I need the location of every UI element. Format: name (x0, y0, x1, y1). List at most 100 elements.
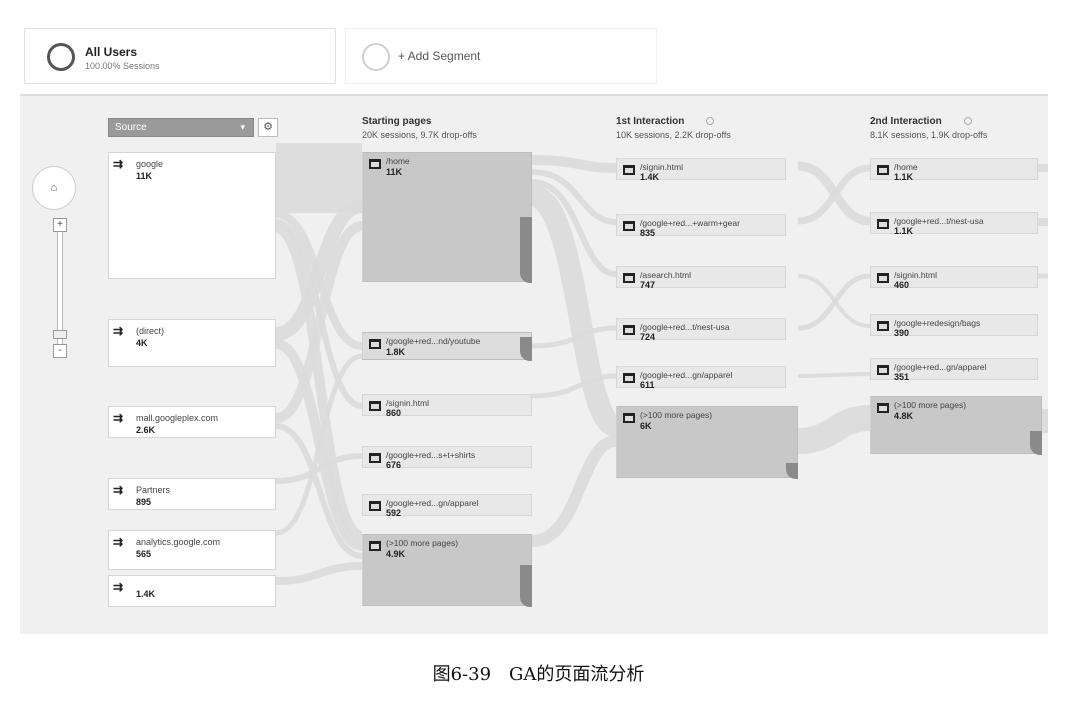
page-icon (877, 365, 889, 375)
source-label: (direct) (136, 326, 165, 336)
column-header-starting-pages: Starting pages 20K sessions, 9.7K drop-o… (362, 116, 477, 140)
page-label: (>100 more pages) (894, 400, 967, 410)
page-value: 351 (894, 372, 910, 382)
page-label: (>100 more pages) (640, 410, 713, 420)
page-node[interactable]: /google+red...gn/apparel 351 (870, 358, 1038, 382)
source-node[interactable]: ⇉ Partners 895 (108, 478, 276, 510)
flow-link (529, 185, 620, 437)
source-label: Partners (136, 485, 171, 495)
flow-arrows-icon: ⇉ (113, 483, 124, 497)
flow-link (531, 435, 618, 547)
page-icon (877, 321, 889, 331)
drop-off-bar[interactable] (786, 463, 798, 479)
page-icon (623, 413, 635, 423)
zoom-out-button[interactable]: - (53, 344, 67, 358)
page-icon (623, 373, 635, 383)
page-node[interactable]: (>100 more pages) 4.8K (870, 396, 1042, 455)
source-label: google (136, 159, 164, 169)
flow-link (797, 372, 871, 378)
page-node[interactable]: /home 11K (362, 152, 532, 283)
page-node[interactable]: /asearch.html 747 (616, 266, 786, 290)
flow-link (275, 562, 363, 585)
page-icon (369, 401, 381, 411)
flow-link (797, 405, 871, 454)
flow-arrows-icon: ⇉ (113, 411, 124, 425)
zoom-slider-handle[interactable] (53, 330, 67, 339)
page-icon (623, 273, 635, 283)
add-segment-button[interactable]: + Add Segment (345, 28, 657, 84)
page-node[interactable]: /google+red...s+t+shirts 676 (362, 446, 532, 470)
page-icon (623, 325, 635, 335)
page-node[interactable]: /home 1.1K (870, 158, 1038, 182)
column-title: 1st Interaction (616, 116, 685, 127)
source-node[interactable]: ⇉ 1.4K (108, 575, 276, 607)
page-value: 835 (640, 228, 656, 238)
page-label: /google+red...+warm+gear (640, 218, 740, 228)
zoom-in-button[interactable]: + (53, 218, 67, 232)
flow-arrows-icon: ⇉ (113, 324, 124, 338)
drop-off-bar[interactable] (520, 565, 532, 607)
page-label: (>100 more pages) (386, 538, 459, 548)
dimension-select[interactable]: Source ▾ (108, 118, 254, 137)
page-node[interactable]: (>100 more pages) 6K (616, 406, 798, 479)
drop-off-bar[interactable] (1030, 431, 1042, 455)
source-node[interactable]: ⇉ mall.googleplex.com 2.6K (108, 406, 276, 438)
source-value: 11K (136, 171, 153, 181)
flow-link (531, 155, 617, 173)
page-label: /asearch.html (640, 270, 692, 280)
page-node[interactable]: /google+red...t/nest-usa 1.1K (870, 212, 1038, 236)
page-value: 4.8K (894, 411, 914, 421)
page-node[interactable]: /google+red...+warm+gear 835 (616, 214, 786, 238)
page-label: /google+red...t/nest-usa (640, 322, 730, 332)
page-label: /home (894, 162, 918, 172)
page-node[interactable]: /google+red...nd/youtube 1.8K (362, 332, 532, 361)
page-value: 1.4K (640, 172, 660, 182)
chevron-down-icon: ▾ (240, 122, 245, 132)
source-node[interactable]: ⇉ (direct) 4K (108, 319, 276, 367)
flow-visualization: Source ▾ ⚙ ⌂ + - Starting pages 20K sess… (20, 94, 1048, 634)
page-icon (369, 159, 381, 169)
zoom-slider-track[interactable] (57, 220, 63, 346)
page-icon (877, 219, 889, 229)
flow-arrows-icon: ⇉ (113, 535, 124, 549)
page-label: /google+red...gn/apparel (640, 370, 733, 380)
page-node[interactable]: /signin.html 1.4K (616, 158, 786, 182)
source-label: mall.googleplex.com (136, 413, 219, 423)
page-label: /signin.html (640, 162, 683, 172)
column-header-2nd-interaction: 2nd Interaction 8.1K sessions, 1.9K drop… (870, 116, 987, 140)
page-value: 676 (386, 460, 402, 470)
page-value: 390 (894, 328, 910, 338)
source-value: 1.4K (136, 589, 156, 599)
page-label: /google+redesign/bags (894, 318, 981, 328)
page-node[interactable]: /google+red...gn/apparel 611 (616, 366, 786, 390)
info-icon[interactable] (963, 117, 972, 126)
page-value: 860 (386, 408, 402, 418)
figure-caption: 图6-39 GA的页面流分析 (432, 664, 645, 685)
gear-icon: ⚙ (263, 121, 273, 133)
page-node[interactable]: /google+redesign/bags 390 (870, 314, 1038, 338)
flow-arrows-icon: ⇉ (113, 580, 124, 594)
source-value: 895 (136, 497, 152, 507)
dimension-select-value: Source (115, 122, 147, 133)
page-node[interactable]: /google+red...gn/apparel 592 (362, 494, 532, 518)
segment-all-users[interactable]: All Users 100.00% Sessions (24, 28, 336, 84)
home-button[interactable]: ⌂ (32, 166, 76, 210)
page-value: 460 (894, 280, 910, 290)
page-node[interactable]: /google+red...t/nest-usa 724 (616, 318, 786, 342)
page-value: 6K (640, 421, 652, 431)
drop-off-bar[interactable] (520, 217, 532, 283)
page-node[interactable]: /signin.html 460 (870, 266, 1038, 290)
add-segment-ring-icon (362, 43, 390, 71)
segment-subtitle: 100.00% Sessions (85, 61, 160, 71)
settings-button[interactable]: ⚙ (258, 118, 278, 137)
info-icon[interactable] (706, 117, 715, 126)
page-value: 1.1K (894, 172, 914, 182)
page-value: 747 (640, 280, 656, 290)
page-label: /google+red...t/nest-usa (894, 216, 984, 226)
page-icon (623, 221, 635, 231)
page-node[interactable]: /signin.html 860 (362, 394, 532, 418)
page-node[interactable]: (>100 more pages) 4.9K (362, 534, 532, 607)
drop-off-bar[interactable] (520, 337, 532, 361)
source-node[interactable]: ⇉ analytics.google.com 565 (108, 530, 276, 570)
source-node[interactable]: ⇉ google 11K (108, 152, 276, 279)
